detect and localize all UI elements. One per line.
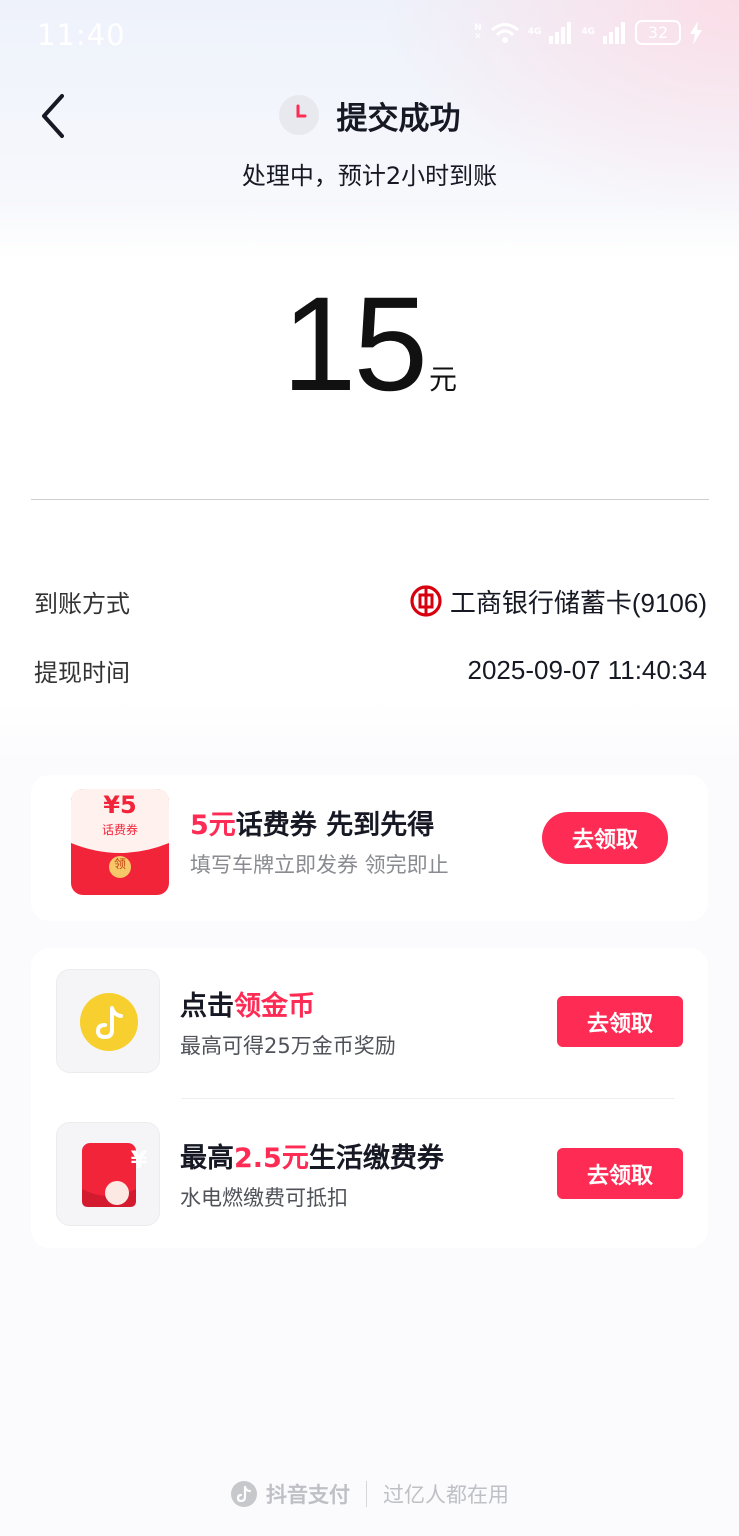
promo2-title-text: 点击 — [180, 991, 234, 1022]
footer-separator — [366, 1481, 367, 1507]
divider — [31, 499, 709, 500]
promo1-title-highlight: 5元 — [190, 810, 236, 841]
signal-icon-2 — [603, 21, 625, 44]
promo3-title: 最高2.5元生活缴费券 — [180, 1136, 444, 1175]
footer-slogan: 过亿人都在用 — [383, 1483, 509, 1507]
promo-card-group: 点击领金币 最高可得25万金币奖励 去领取 ¥ 最高2.5元生活缴费券 水电燃缴… — [31, 948, 708, 1248]
promo-card-phone-coupon[interactable]: ¥5 话费券 领 5元话费券 先到先得 填写车牌立即发券 领完即止 去领取 — [31, 775, 708, 921]
claim-coins-button[interactable]: 去领取 — [557, 996, 683, 1047]
douyin-logo-icon — [231, 1481, 257, 1507]
network-4g-label-1: 4G — [527, 27, 542, 37]
network-4g-label-2: 4G — [581, 27, 595, 37]
footer-brand-label: 抖音支付 — [266, 1483, 350, 1507]
gold-coin-icon — [80, 993, 138, 1051]
amount-display: 15 元 — [0, 272, 739, 412]
page-title: 提交成功 — [336, 100, 461, 137]
promo3-title-highlight: 2.5元 — [234, 1143, 309, 1174]
status-bar: 11:40 N ✕ 4G 4G 32 — [0, 0, 739, 70]
promo2-title-highlight: 领金币 — [234, 991, 315, 1022]
footer-brand-group: 抖音支付 — [230, 1479, 350, 1509]
battery-icon: 32 — [635, 20, 681, 45]
row-divider — [181, 1098, 675, 1099]
promo2-title: 点击领金币 — [180, 984, 315, 1023]
withdraw-time-value: 2025-09-07 11:40:34 — [467, 654, 708, 685]
promo2-subtitle: 最高可得25万金币奖励 — [180, 1034, 396, 1058]
amount-value: 15 — [281, 270, 428, 419]
footer: 抖音支付 过亿人都在用 — [0, 1476, 739, 1512]
promo1-title: 5元话费券 先到先得 — [190, 803, 434, 842]
promo3-title-text-1: 最高 — [180, 1143, 234, 1174]
status-time: 11:40 — [37, 18, 126, 52]
receive-method-value: 工商银行储蓄卡(9106) — [449, 587, 707, 618]
coin-icon-box — [56, 969, 160, 1073]
coupon-badge-seal: 领 — [113, 857, 126, 871]
signal-icon-1 — [549, 21, 572, 44]
withdraw-time-label: 提现时间 — [34, 658, 130, 687]
status-subtitle: 处理中，预计2小时到账 — [241, 162, 498, 190]
withdraw-time-row: 提现时间 2025-09-07 11:40:34 — [34, 650, 707, 690]
claim-bill-coupon-button[interactable]: 去领取 — [557, 1148, 683, 1199]
promo1-title-text: 话费券 先到先得 — [235, 810, 435, 841]
wifi-icon — [490, 22, 519, 43]
icbc-bank-logo-icon — [410, 585, 442, 617]
yuan-symbol: ¥ — [130, 1146, 148, 1174]
nfc-icon: N ✕ — [474, 22, 482, 42]
bill-coupon-icon-box — [56, 1122, 160, 1226]
clock-icon — [278, 95, 319, 135]
promo3-title-text-2: 生活缴费券 — [308, 1143, 444, 1174]
receive-method-row: 到账方式 工商银行储蓄卡(9106) — [34, 581, 707, 621]
claim-phone-coupon-button[interactable]: 去领取 — [542, 812, 668, 864]
status-icons: N ✕ 4G 4G 32 — [474, 20, 703, 45]
receive-method-label: 到账方式 — [34, 589, 130, 618]
coupon-badge-label: 话费券 — [101, 823, 138, 837]
receive-method-value-group: 工商银行储蓄卡(9106) — [410, 583, 707, 620]
red-envelope-icon — [82, 1143, 136, 1207]
promo3-subtitle: 水电燃缴费可抵扣 — [180, 1186, 348, 1210]
coupon-badge-amount: ¥5 — [103, 791, 137, 819]
promo1-subtitle: 填写车牌立即发券 领完即止 — [190, 853, 449, 877]
amount-unit: 元 — [429, 363, 458, 396]
charging-icon — [690, 20, 702, 45]
title-row: 提交成功 — [0, 90, 739, 140]
